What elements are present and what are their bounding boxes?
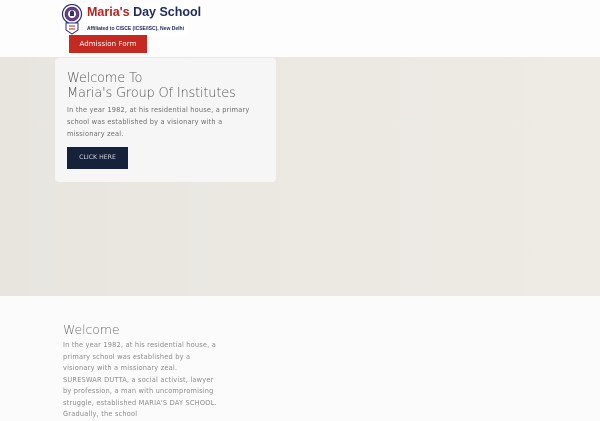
school-crest-icon	[61, 4, 83, 35]
school-affiliation: Affiliated to CISCE (ICSE/ISC), New Delh…	[87, 26, 184, 32]
hero-card: Welcome To Maria's Group Of Institutes I…	[55, 58, 276, 182]
school-logo[interactable]: Maria's Day School Affiliated to CISCE (…	[60, 3, 201, 36]
school-name-part1: Maria's	[87, 5, 130, 19]
welcome-text: In the year 1982, at his residential hou…	[63, 341, 217, 418]
hero-banner: Welcome To Maria's Group Of Institutes I…	[0, 57, 600, 296]
hero-title: Welcome To Maria's Group Of Institutes	[67, 71, 267, 101]
hero-title-line2: Maria's Group Of Institutes	[67, 86, 236, 101]
welcome-heading: Welcome	[63, 322, 120, 337]
school-name: Maria's Day School	[87, 5, 201, 19]
admission-form-button[interactable]: Admission Form	[69, 35, 147, 53]
school-name-part2: Day School	[133, 5, 202, 19]
site-header: Maria's Day School Affiliated to CISCE (…	[0, 0, 600, 57]
hero-title-line1: Welcome To	[67, 71, 143, 86]
hero-text: In the year 1982, at his residential hou…	[67, 106, 250, 138]
click-here-button[interactable]: CLICK HERE	[67, 147, 128, 169]
